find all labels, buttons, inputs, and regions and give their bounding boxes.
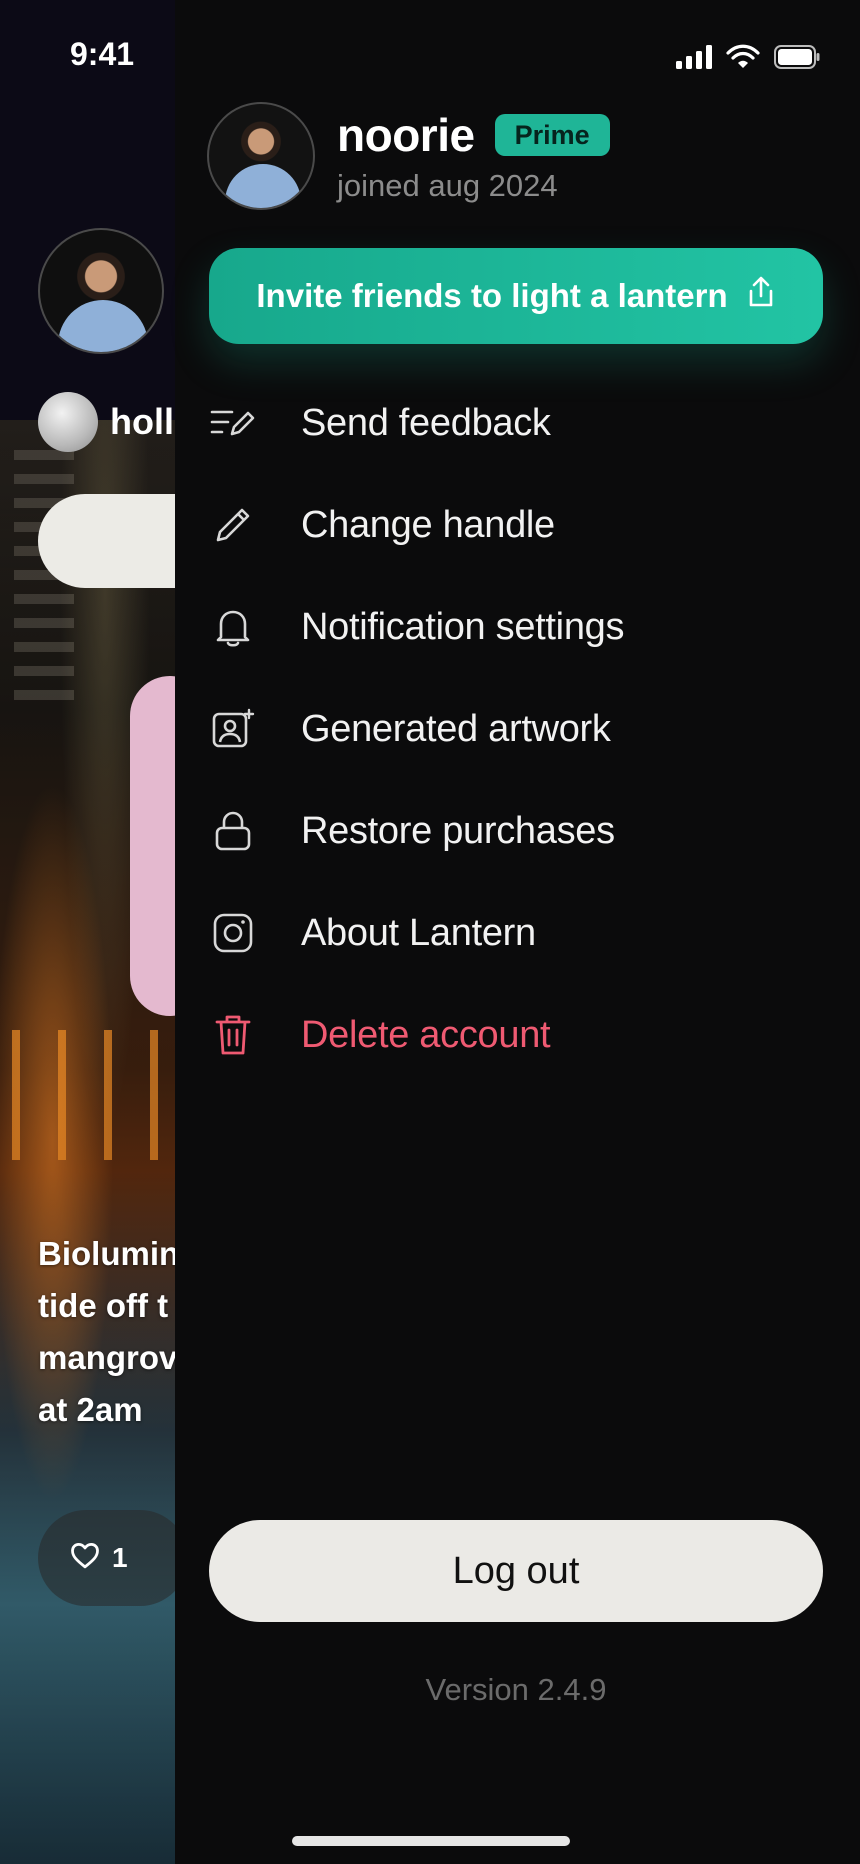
- profile-name: noorie: [337, 109, 475, 161]
- menu-item-change-handle[interactable]: Change handle: [209, 474, 823, 576]
- invite-friends-button[interactable]: Invite friends to light a lantern: [209, 248, 823, 344]
- app-version: Version 2.4.9: [425, 1672, 607, 1707]
- lock-icon: [209, 807, 257, 855]
- menu-item-restore-purchases[interactable]: Restore purchases: [209, 780, 823, 882]
- menu-item-notification-settings[interactable]: Notification settings: [209, 576, 823, 678]
- menu-label: About Lantern: [301, 911, 536, 954]
- feed-post-photo[interactable]: [0, 420, 175, 1864]
- status-icons: [676, 44, 820, 75]
- feed-pill-button[interactable]: [38, 494, 175, 588]
- logout-button[interactable]: Log out: [209, 1520, 823, 1622]
- drawer-menu: Send feedback Change handle Notification…: [209, 372, 823, 1086]
- menu-label: Delete account: [301, 1013, 551, 1056]
- info-app-icon: [209, 909, 257, 957]
- feed-profile-avatar[interactable]: [38, 228, 164, 354]
- pencil-icon: [209, 501, 257, 549]
- avatar-figure: [225, 164, 301, 208]
- invite-label: Invite friends to light a lantern: [256, 277, 728, 314]
- menu-label: Generated artwork: [301, 707, 611, 750]
- menu-label: Restore purchases: [301, 809, 615, 852]
- profile-joined-date: joined aug 2024: [337, 168, 558, 203]
- caption-line: Biolumin: [38, 1235, 175, 1272]
- menu-item-generated-artwork[interactable]: Generated artwork: [209, 678, 823, 780]
- menu-item-about-lantern[interactable]: About Lantern: [209, 882, 823, 984]
- status-time: 9:41: [70, 36, 135, 72]
- author-avatar: [38, 392, 98, 452]
- profile-info: noorie Prime joined aug 2024: [337, 108, 610, 204]
- menu-item-send-feedback[interactable]: Send feedback: [209, 372, 823, 474]
- heart-icon: [70, 1541, 100, 1576]
- caption-line: at 2am: [38, 1391, 143, 1428]
- profile-header[interactable]: noorie Prime joined aug 2024: [207, 102, 610, 210]
- home-indicator[interactable]: [292, 1836, 570, 1846]
- prime-badge: Prime: [494, 114, 610, 156]
- menu-label: Notification settings: [301, 605, 625, 648]
- trash-icon: [209, 1011, 257, 1059]
- side-drawer: noorie Prime joined aug 2024 Invite frie…: [175, 0, 860, 1864]
- like-button[interactable]: 1: [38, 1510, 175, 1606]
- feed-post-author[interactable]: holl: [38, 392, 174, 452]
- background-feed[interactable]: holl Biolumin tide off t mangrov at 2am …: [0, 0, 175, 1864]
- like-count: 1: [112, 1542, 128, 1573]
- battery-icon: [774, 45, 820, 74]
- app-screen: holl Biolumin tide off t mangrov at 2am …: [0, 0, 860, 1864]
- menu-label: Send feedback: [301, 401, 551, 444]
- menu-item-delete-account[interactable]: Delete account: [209, 984, 823, 1086]
- wifi-icon: [726, 44, 760, 75]
- photo-shade: [0, 420, 175, 1864]
- cellular-signal-icon: [676, 45, 712, 74]
- share-icon: [746, 275, 776, 317]
- avatar-figure: [58, 300, 148, 352]
- bell-icon: [209, 603, 257, 651]
- profile-avatar[interactable]: [207, 102, 315, 210]
- author-handle: holl: [110, 401, 174, 442]
- feed-pink-card[interactable]: [130, 676, 175, 1016]
- menu-label: Change handle: [301, 503, 555, 546]
- artwork-icon: [209, 705, 257, 753]
- profile-name-row: noorie Prime: [337, 108, 610, 162]
- caption-line: mangrov: [38, 1339, 175, 1376]
- feed-post-caption: Biolumin tide off t mangrov at 2am: [38, 1228, 175, 1436]
- caption-line: tide off t: [38, 1287, 169, 1324]
- feedback-icon: [209, 399, 257, 447]
